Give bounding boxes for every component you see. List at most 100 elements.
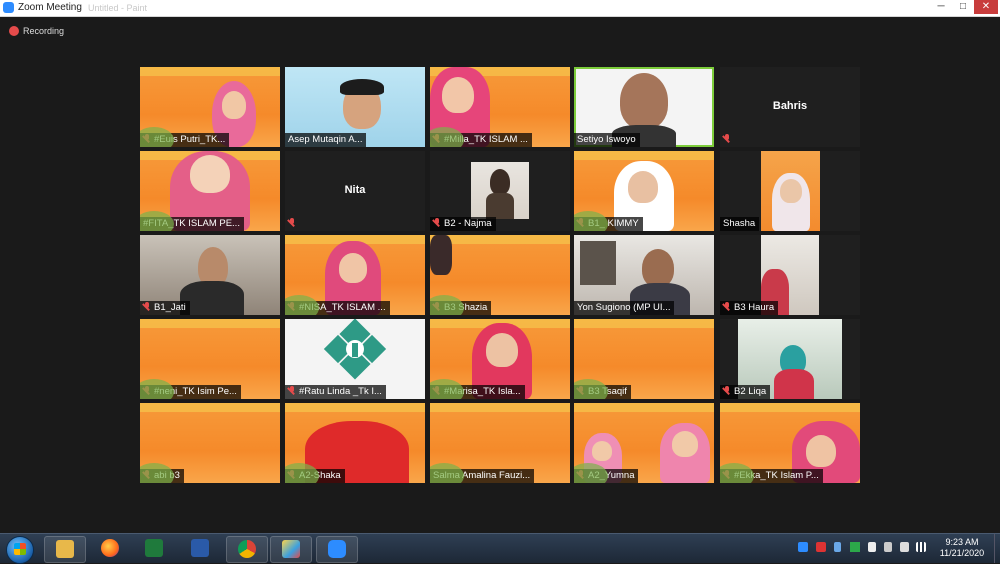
antivirus-tray-icon[interactable] (816, 542, 826, 552)
participant-name: Salma Amalina Fauzi... (430, 469, 535, 483)
title-bar: Zoom Meeting Untitled - Paint ─ □ ✕ (0, 0, 1000, 17)
participant-name: Asep Mutaqin A... (285, 133, 367, 147)
signal-icon[interactable] (916, 542, 926, 552)
participant-face (442, 77, 474, 113)
video-tile-off[interactable]: Nita (285, 151, 425, 231)
video-tile[interactable]: #FITA_TK ISLAM PE... (140, 151, 280, 231)
paint-icon (282, 540, 300, 558)
participant-face (190, 155, 230, 193)
video-tile[interactable]: Salma Amalina Fauzi... (430, 403, 570, 483)
gdrive-tray-icon[interactable] (850, 542, 860, 552)
participant-name: #Euis Putri_TK... (140, 133, 230, 147)
video-tile-active-speaker[interactable]: Setiyo Iswoyo (574, 67, 714, 147)
taskbar-word[interactable] (180, 536, 220, 561)
video-tile[interactable]: A2_Yumna (574, 403, 714, 483)
volume-icon[interactable] (900, 542, 909, 552)
participant-name: #FITA_TK ISLAM PE... (140, 217, 244, 231)
system-tray (798, 542, 928, 556)
clock-time: 9:23 AM (945, 537, 979, 547)
participant-name: B3 Haura (720, 301, 779, 315)
taskbar-zoom[interactable] (316, 536, 358, 563)
taskbar-firefox[interactable] (90, 536, 130, 561)
video-tile[interactable]: #Ratu Linda _Tk I... (285, 319, 425, 399)
firefox-icon (101, 539, 119, 557)
show-desktop-button[interactable] (994, 534, 1000, 563)
participant-name: B1_Jati (140, 301, 190, 315)
video-tile[interactable]: B1_Jati (140, 235, 280, 315)
taskbar-paint[interactable] (270, 536, 312, 563)
mic-muted-icon (723, 470, 731, 479)
mic-muted-icon (433, 302, 441, 311)
video-tile[interactable]: B3 Haura (720, 235, 860, 315)
video-tile-off[interactable]: Bahris (720, 67, 860, 147)
video-tile[interactable]: #Euis Putri_TK... (140, 67, 280, 147)
participant-head (490, 169, 510, 195)
participant-name: B1_ KIMMY (574, 217, 643, 231)
participant-name: B3 Shazia (430, 301, 492, 315)
participant-name: Yon Sugiono (MP UI... (574, 301, 675, 315)
gallery-view: #Euis Putri_TK... Asep Mutaqin A... #Mil… (140, 67, 861, 483)
video-tile[interactable]: A2-Shaka (285, 403, 425, 483)
excel-icon (145, 539, 163, 557)
mic-muted-icon (577, 218, 585, 227)
taskbar-clock[interactable]: 9:23 AM 11/21/2020 (932, 537, 992, 559)
participant-hand (430, 235, 452, 275)
participant-name: B2 - Najma (430, 217, 496, 231)
participant-face (339, 253, 367, 283)
clock-date: 11/21/2020 (939, 548, 985, 558)
word-icon (191, 539, 209, 557)
mic-muted-icon (433, 386, 441, 395)
participant-face (628, 171, 658, 203)
participant-face (592, 441, 612, 461)
video-tile[interactable]: #Ekka_TK Islam P... (720, 403, 860, 483)
video-tile[interactable]: #Marisa_TK Isla... (430, 319, 570, 399)
video-tile[interactable]: #NISA_TK ISLAM ... (285, 235, 425, 315)
windows-explorer-icon (56, 540, 74, 558)
participant-hair (340, 79, 384, 95)
video-tile[interactable]: Asep Mutaqin A... (285, 67, 425, 147)
recording-label: Recording (23, 26, 65, 36)
close-button[interactable]: ✕ (974, 0, 998, 14)
participant-name: #Ekka_TK Islam P... (720, 469, 823, 483)
video-tile[interactable]: B2 - Najma (430, 151, 570, 231)
video-tile[interactable]: B3 Tsaqif (574, 319, 714, 399)
video-tile[interactable]: #Milla_TK ISLAM ... (430, 67, 570, 147)
participant-face (222, 91, 246, 119)
action-center-flag-icon[interactable] (868, 542, 876, 552)
taskbar-excel[interactable] (134, 536, 174, 561)
maximize-button[interactable]: □ (952, 0, 974, 14)
video-tile[interactable]: Yon Sugiono (MP UI... (574, 235, 714, 315)
background-frame (580, 241, 616, 285)
zoom-tray-icon[interactable] (798, 542, 808, 552)
window-title: Zoom Meeting (18, 2, 82, 13)
chrome-icon (238, 540, 256, 558)
start-button[interactable] (6, 536, 34, 564)
participant-face-2 (672, 431, 698, 457)
zoom-app-icon (3, 2, 14, 13)
video-tile[interactable]: B1_ KIMMY (574, 151, 714, 231)
participant-video (620, 73, 668, 129)
taskbar-chrome[interactable] (226, 536, 268, 563)
mic-muted-icon (577, 470, 585, 479)
windows-taskbar: 9:23 AM 11/21/2020 (0, 533, 1000, 564)
mic-muted-icon (433, 134, 441, 143)
participant-face (642, 249, 674, 287)
video-tile[interactable]: abi b3 (140, 403, 280, 483)
video-tile[interactable]: #neni_TK Isim Pe... (140, 319, 280, 399)
video-tile[interactable]: B2 Liqa (720, 319, 860, 399)
bluetooth-icon[interactable] (834, 542, 841, 552)
participant-name: #Ratu Linda _Tk I... (285, 385, 386, 399)
video-tile[interactable]: B3 Shazia (430, 235, 570, 315)
network-icon[interactable] (884, 542, 892, 552)
participant-name (720, 133, 738, 147)
taskbar-explorer[interactable] (44, 536, 86, 563)
video-tile[interactable]: Shasha (720, 151, 860, 231)
mic-muted-icon (143, 386, 151, 395)
participant-body (486, 193, 514, 219)
participant-display-name: Bahris (772, 100, 808, 112)
participant-name: B3 Tsaqif (574, 385, 631, 399)
mic-muted-icon (723, 134, 731, 143)
participant-face (806, 435, 836, 467)
mic-muted-icon (723, 302, 731, 311)
minimize-button[interactable]: ─ (930, 0, 952, 14)
